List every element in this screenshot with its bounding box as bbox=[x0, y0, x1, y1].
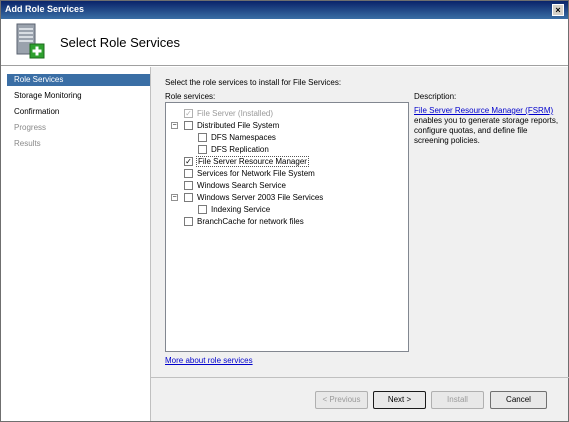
role-services-tree[interactable]: ✓ File Server (Installed) − Distributed … bbox=[165, 102, 409, 352]
server-add-icon bbox=[16, 23, 45, 59]
tree-item-label: Windows Server 2003 File Services bbox=[197, 193, 324, 202]
checkbox: ✓ bbox=[184, 109, 193, 118]
tree-item-file-server: ✓ File Server (Installed) bbox=[166, 108, 406, 120]
checkbox[interactable] bbox=[184, 169, 193, 178]
tree-item-label: BranchCache for network files bbox=[197, 217, 304, 226]
description-label: Description: bbox=[414, 92, 457, 101]
description-text: File Server Resource Manager (FSRM) enab… bbox=[414, 106, 564, 146]
tree-item-label: Services for Network File System bbox=[197, 169, 315, 178]
add-role-services-window: Add Role Services × Select Role Services… bbox=[0, 0, 569, 422]
tree-item-label: File Server (Installed) bbox=[197, 109, 274, 118]
tree-item-windows-search[interactable]: Windows Search Service bbox=[166, 180, 406, 192]
role-services-label: Role services: bbox=[165, 92, 216, 101]
nav-item-confirmation[interactable]: Confirmation bbox=[7, 106, 150, 118]
checkbox[interactable] bbox=[184, 181, 193, 190]
tree-item-label: Windows Search Service bbox=[197, 181, 286, 190]
tree-item-label: File Server Resource Manager bbox=[196, 156, 309, 167]
tree-item-label: DFS Namespaces bbox=[211, 133, 276, 142]
checkbox[interactable] bbox=[198, 205, 207, 214]
tree-item-branchcache[interactable]: BranchCache for network files bbox=[166, 216, 406, 228]
fsrm-link[interactable]: File Server Resource Manager (FSRM) bbox=[414, 106, 553, 115]
tree-item-fsrm[interactable]: ✓ File Server Resource Manager bbox=[166, 156, 406, 168]
tree-item-label: Indexing Service bbox=[211, 205, 271, 214]
nav-item-results: Results bbox=[14, 139, 41, 148]
description-body: enables you to generate storage reports,… bbox=[414, 116, 559, 145]
more-about-role-services-link[interactable]: More about role services bbox=[165, 356, 253, 365]
install-button: Install bbox=[431, 391, 484, 409]
tree-item-label: Distributed File System bbox=[197, 121, 280, 130]
content-pane: Select the role services to install for … bbox=[150, 67, 569, 421]
footer-divider bbox=[151, 377, 569, 378]
checkbox[interactable] bbox=[184, 121, 193, 130]
collapse-icon[interactable]: − bbox=[171, 122, 178, 129]
tree-item-dfs-replication[interactable]: DFS Replication bbox=[166, 144, 406, 156]
collapse-icon[interactable]: − bbox=[171, 194, 178, 201]
cancel-button[interactable]: Cancel bbox=[490, 391, 547, 409]
checkbox[interactable] bbox=[184, 217, 193, 226]
nav-item-role-services[interactable]: Role Services bbox=[7, 74, 150, 86]
tree-item-nfs[interactable]: Services for Network File System bbox=[166, 168, 406, 180]
wizard-header: Select Role Services bbox=[1, 19, 568, 66]
next-button[interactable]: Next > bbox=[373, 391, 426, 409]
nav-item-progress: Progress bbox=[14, 123, 47, 132]
tree-item-label: DFS Replication bbox=[211, 145, 269, 154]
instruction-text: Select the role services to install for … bbox=[165, 78, 342, 87]
page-title: Select Role Services bbox=[60, 35, 180, 50]
checkbox[interactable]: ✓ bbox=[184, 157, 193, 166]
close-button[interactable]: × bbox=[552, 4, 564, 16]
nav-item-storage-monitoring[interactable]: Storage Monitoring bbox=[7, 90, 150, 102]
checkbox[interactable] bbox=[198, 145, 207, 154]
tree-item-dfs-namespaces[interactable]: DFS Namespaces bbox=[166, 132, 406, 144]
previous-button: < Previous bbox=[315, 391, 368, 409]
checkbox[interactable] bbox=[198, 133, 207, 142]
window-title: Add Role Services bbox=[5, 4, 85, 14]
wizard-nav: Role Services Storage Monitoring Confirm… bbox=[1, 67, 150, 421]
checkbox[interactable] bbox=[184, 193, 193, 202]
tree-item-dfs[interactable]: − Distributed File System bbox=[166, 120, 406, 132]
title-bar: Add Role Services × bbox=[1, 1, 568, 19]
tree-item-indexing[interactable]: Indexing Service bbox=[166, 204, 406, 216]
tree-item-ws2003[interactable]: − Windows Server 2003 File Services bbox=[166, 192, 406, 204]
